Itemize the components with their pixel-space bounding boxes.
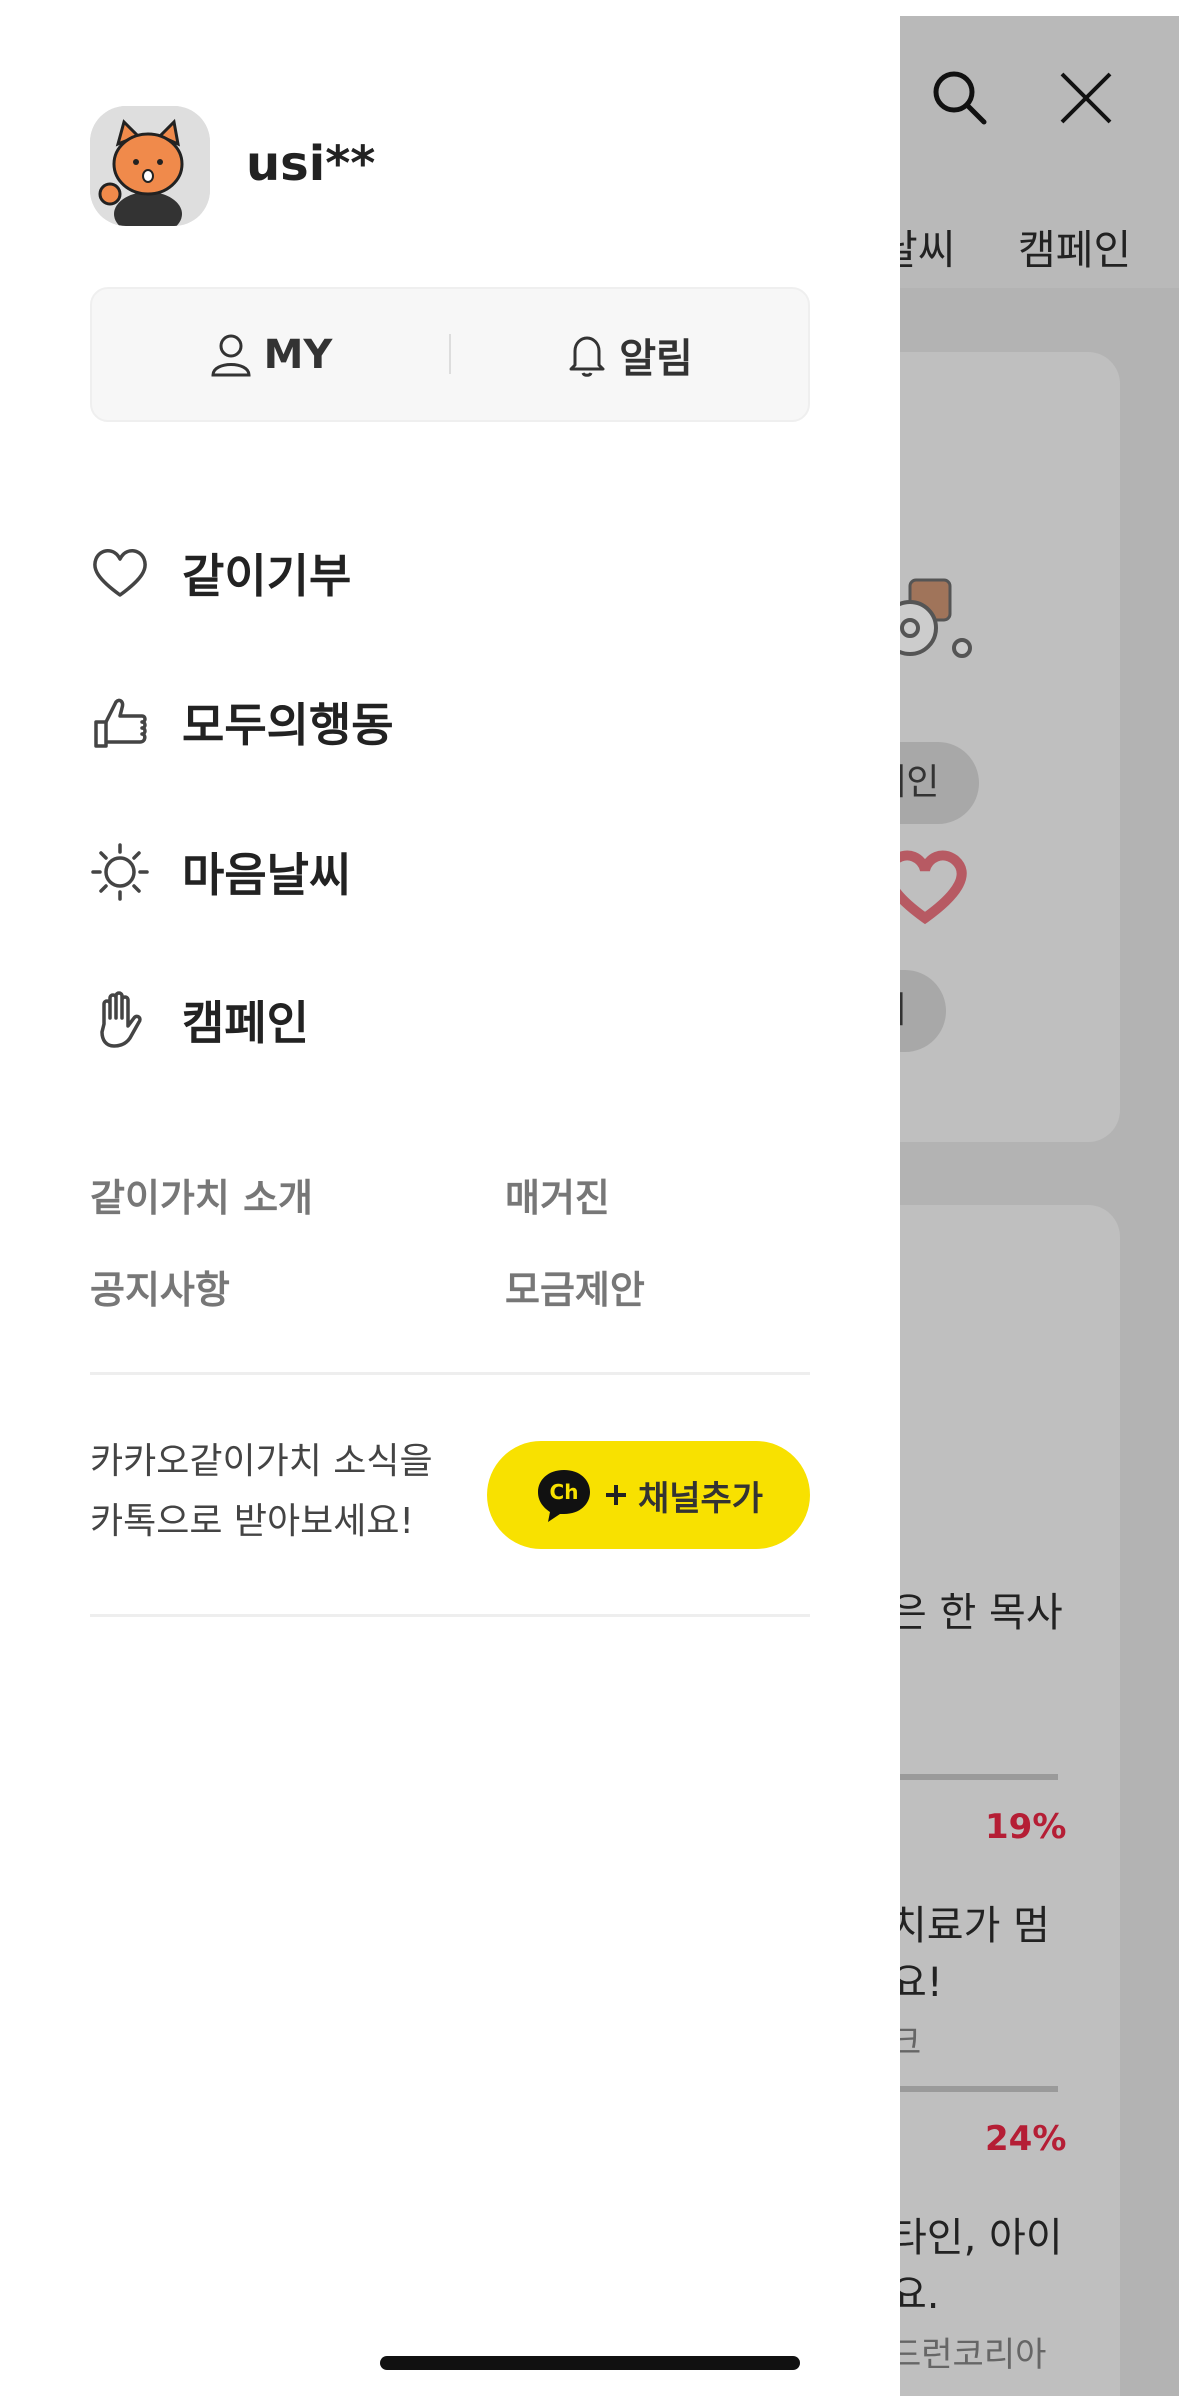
- menu-label: 캠페인: [182, 996, 309, 1050]
- bg-text-4: 타인, 아이: [890, 2215, 1063, 2261]
- divider: [90, 1614, 810, 1617]
- svg-text:Ch: Ch: [549, 1480, 578, 1504]
- channel-promo-text: 카카오같이가치 소식을 카톡으로 받아보세요!: [90, 1432, 490, 1552]
- link-magazine[interactable]: 매거진: [505, 1167, 610, 1222]
- menu-label: 마음날씨: [182, 848, 352, 902]
- account-tabs: MY 알림: [90, 287, 810, 422]
- username: usi**: [246, 136, 376, 192]
- promo-line-2: 카톡으로 받아보세요!: [90, 1501, 414, 1542]
- kakao-channel-icon: Ch: [537, 1470, 590, 1522]
- menu-item-donate-together[interactable]: 같이기부: [90, 533, 351, 613]
- avatar[interactable]: [90, 106, 210, 226]
- cat-avatar-icon: [90, 106, 210, 226]
- bg-nav-campaign[interactable]: 캠페인: [1018, 216, 1131, 276]
- tab-my[interactable]: MY: [92, 289, 450, 420]
- progress-percent: 24%: [985, 2119, 1067, 2159]
- add-channel-label: 채널추가: [637, 1478, 764, 1519]
- bg-text-1: 은 한 목사: [890, 1590, 1063, 1636]
- side-drawer: usi** MY 알림 같이기부 모두의행동 마음날씨 캠페인 같이가치 소개 …: [0, 0, 900, 2396]
- heart-icon: [93, 549, 147, 597]
- add-channel-button[interactable]: Ch 채널추가: [487, 1441, 810, 1549]
- link-about[interactable]: 같이가치 소개: [90, 1167, 313, 1222]
- menu-label: 같이기부: [182, 549, 352, 603]
- sun-icon: [91, 843, 149, 901]
- link-fundraising-proposal[interactable]: 모금제안: [505, 1259, 645, 1314]
- link-notices[interactable]: 공지사항: [90, 1259, 230, 1314]
- promo-line-1: 카카오같이가치 소식을: [90, 1441, 433, 1482]
- tab-notifications[interactable]: 알림: [451, 289, 809, 420]
- bell-icon: [569, 336, 605, 377]
- person-icon: [211, 334, 251, 376]
- bg-text-2: 치료가 멈: [890, 1903, 1050, 1949]
- hand-icon: [100, 991, 142, 1048]
- menu-item-everyones-action[interactable]: 모두의행동: [90, 682, 394, 762]
- menu-label: 모두의행동: [182, 698, 394, 752]
- search-icon[interactable]: [928, 66, 992, 130]
- thumbs-up-icon: [94, 698, 147, 748]
- plus-icon: [605, 1485, 626, 1505]
- progress-percent: 19%: [985, 1807, 1067, 1847]
- close-icon[interactable]: [1054, 66, 1118, 130]
- tab-my-label: MY: [263, 331, 333, 378]
- tab-notifications-label: 알림: [619, 335, 693, 382]
- bg-sub-2: 드런코리아: [890, 2335, 1047, 2375]
- home-indicator: [380, 2356, 800, 2370]
- menu-item-mind-weather[interactable]: 마음날씨: [90, 832, 351, 912]
- divider: [90, 1372, 810, 1375]
- menu-item-campaign[interactable]: 캠페인: [90, 980, 309, 1060]
